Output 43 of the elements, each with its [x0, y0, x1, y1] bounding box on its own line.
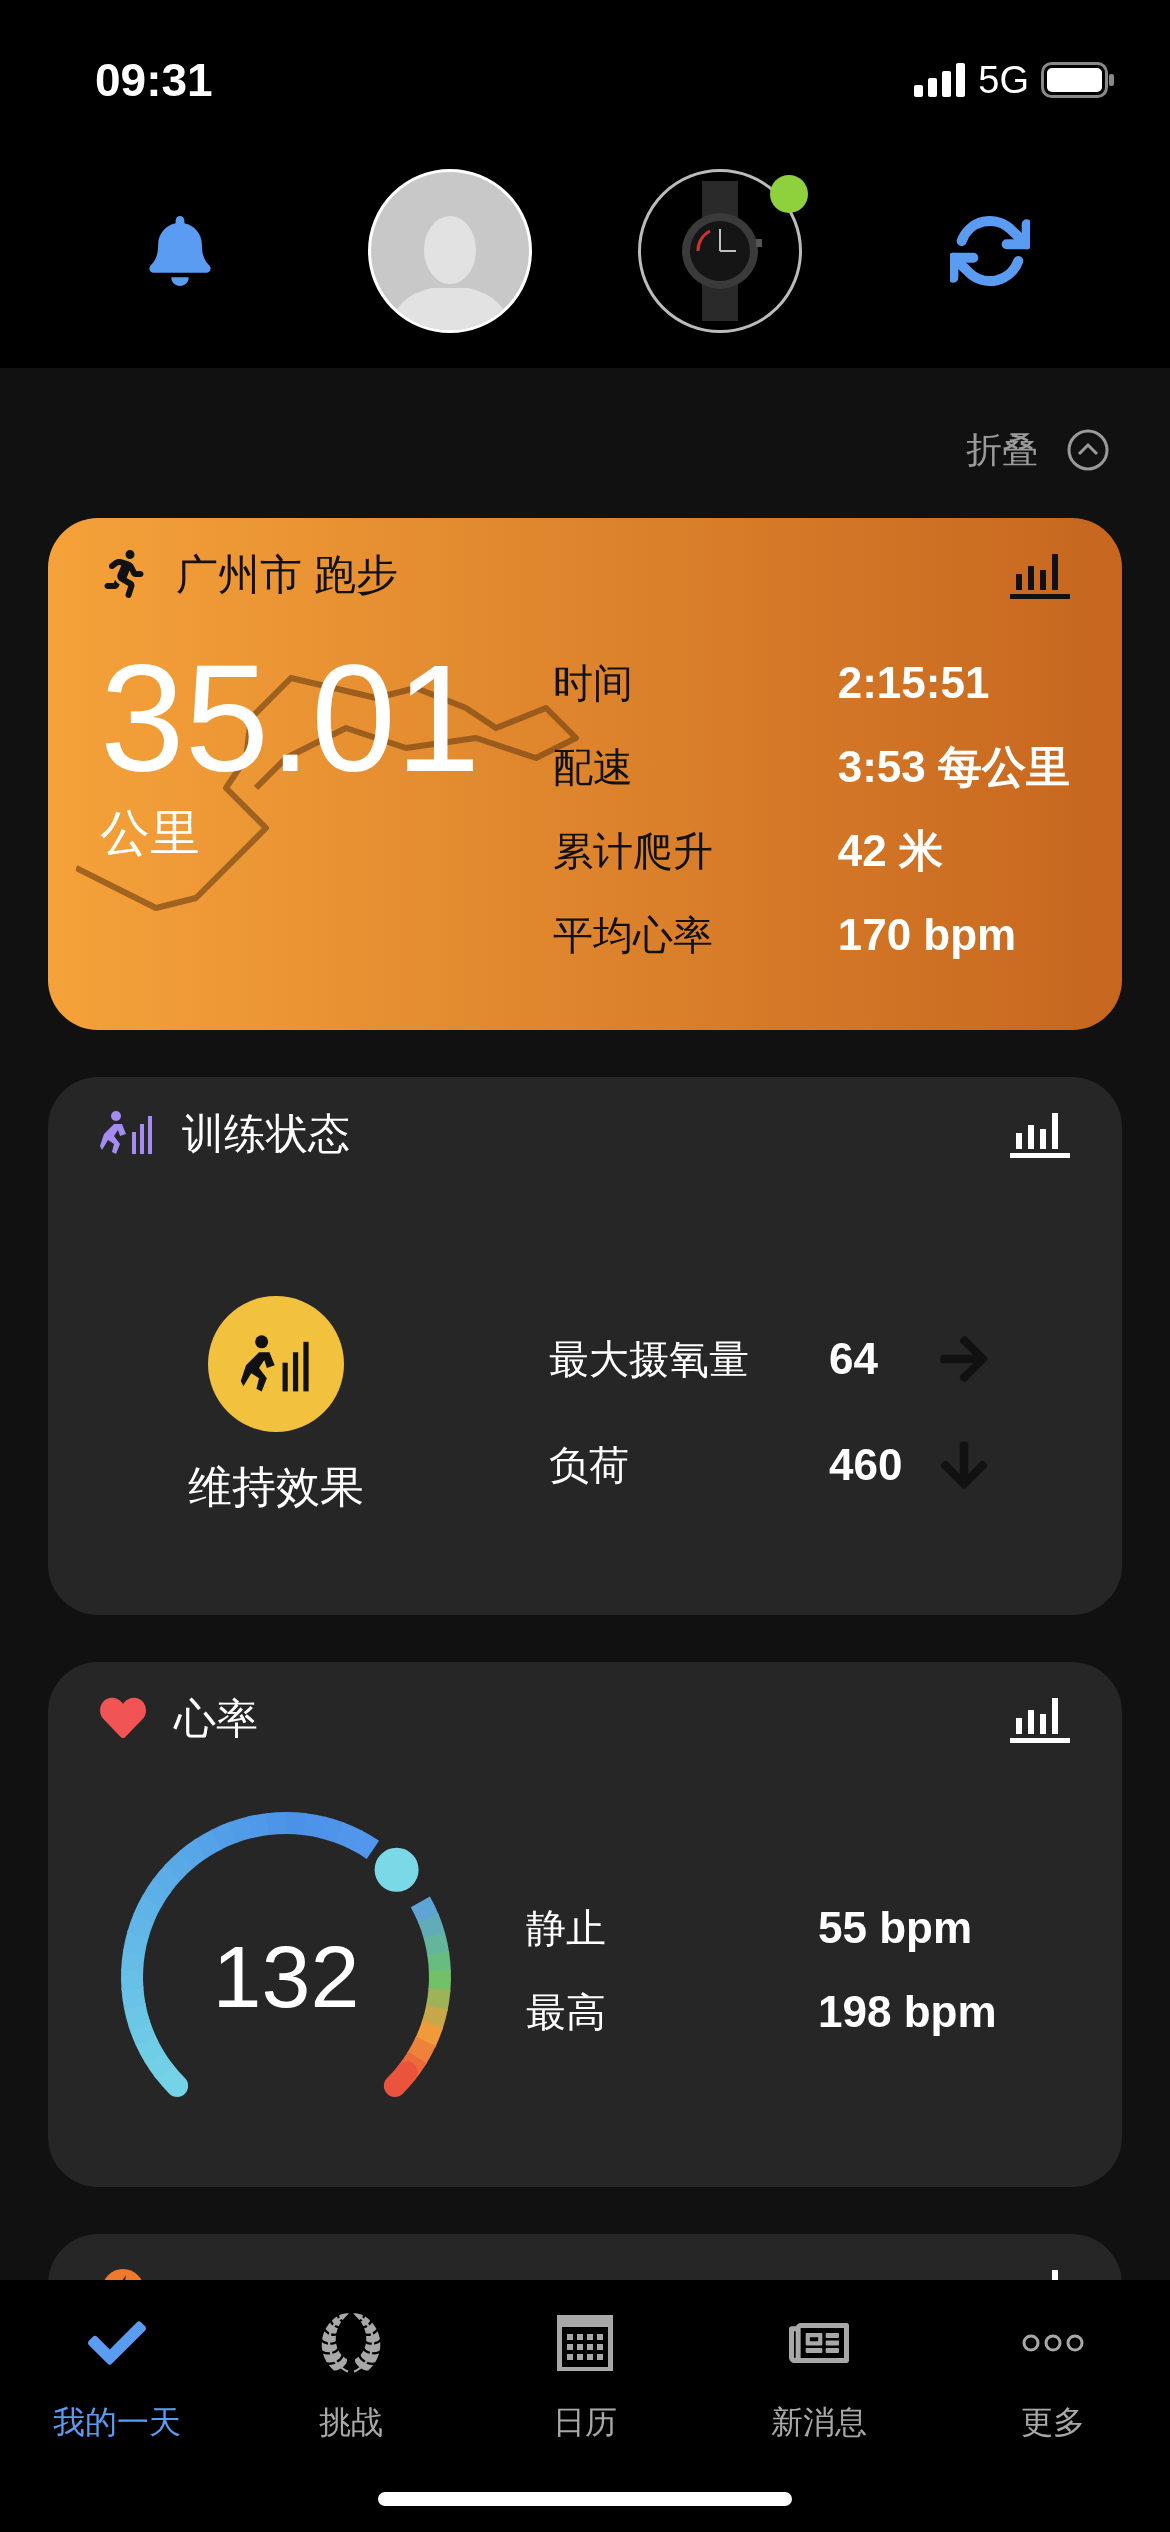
status-label: 维持效果 — [188, 1461, 364, 1513]
stat-label: 累计爬升 — [552, 828, 714, 875]
metric-label: 负荷 — [549, 1442, 630, 1489]
status-time: 09:31 — [95, 52, 213, 108]
activity-card[interactable]: 广州市 跑步 35.01 公里 时间 2:15:51 配速 3:53 每公里 累计爬升 42 米 平均心率 170 bpm — [48, 518, 1122, 1030]
card-title: 训练状态 — [182, 1108, 350, 1159]
card-title: 心率 — [174, 1693, 258, 1744]
stat-value: 3:53 每公里 — [837, 741, 1070, 793]
stat-label: 最高 — [526, 1989, 607, 2036]
stat-value: 198 bpm — [818, 1986, 997, 2038]
tab-item[interactable]: 日历 — [468, 2310, 702, 2446]
tab-item[interactable]: 我的一天 — [0, 2310, 234, 2446]
running-bars-icon — [240, 1334, 312, 1394]
stat-label: 平均心率 — [552, 912, 714, 959]
running-bars-icon — [100, 1110, 154, 1156]
metric-value: 460 — [829, 1439, 904, 1491]
collapse-label[interactable]: 折叠 — [966, 423, 1038, 477]
metric-label: 最大摄氧量 — [549, 1336, 750, 1383]
signal-icon — [914, 63, 967, 97]
distance-unit: 公里 — [100, 804, 201, 863]
stat-value: 170 bpm — [837, 909, 1017, 961]
metric-value: 64 — [829, 1333, 879, 1385]
stat-value: 2:15:51 — [837, 657, 990, 709]
distance-value: 35.01 — [100, 642, 482, 794]
current-heart-rate: 132 — [212, 1926, 360, 2028]
stat-label: 静止 — [526, 1905, 607, 1952]
tab-item[interactable]: 更多 — [936, 2310, 1170, 2446]
network-label: 5G — [978, 57, 1029, 103]
stat-label: 配速 — [552, 744, 634, 791]
stat-value: 55 bpm — [818, 1902, 973, 1954]
heart-icon — [100, 1695, 146, 1741]
calendar-icon — [557, 2315, 613, 2371]
card-title: 广州市 跑步 — [176, 549, 398, 600]
heart-rate-card[interactable]: 心率 132 静止 55 bpm 最高 198 bpm — [48, 1662, 1122, 2187]
stat-label: 时间 — [552, 660, 634, 707]
collapse-chevron-icon[interactable] — [1066, 428, 1110, 472]
laurel-icon — [319, 2311, 383, 2375]
tab-item[interactable]: 挑战 — [234, 2310, 468, 2446]
more-icon — [1022, 2334, 1084, 2352]
battery-icon — [1041, 62, 1115, 98]
training-card[interactable]: 训练状态 维持效果 最大摄氧量 64 负荷 460 — [48, 1077, 1122, 1615]
stat-value: 42 米 — [837, 825, 943, 877]
tab-item[interactable]: 新消息 — [702, 2310, 936, 2446]
